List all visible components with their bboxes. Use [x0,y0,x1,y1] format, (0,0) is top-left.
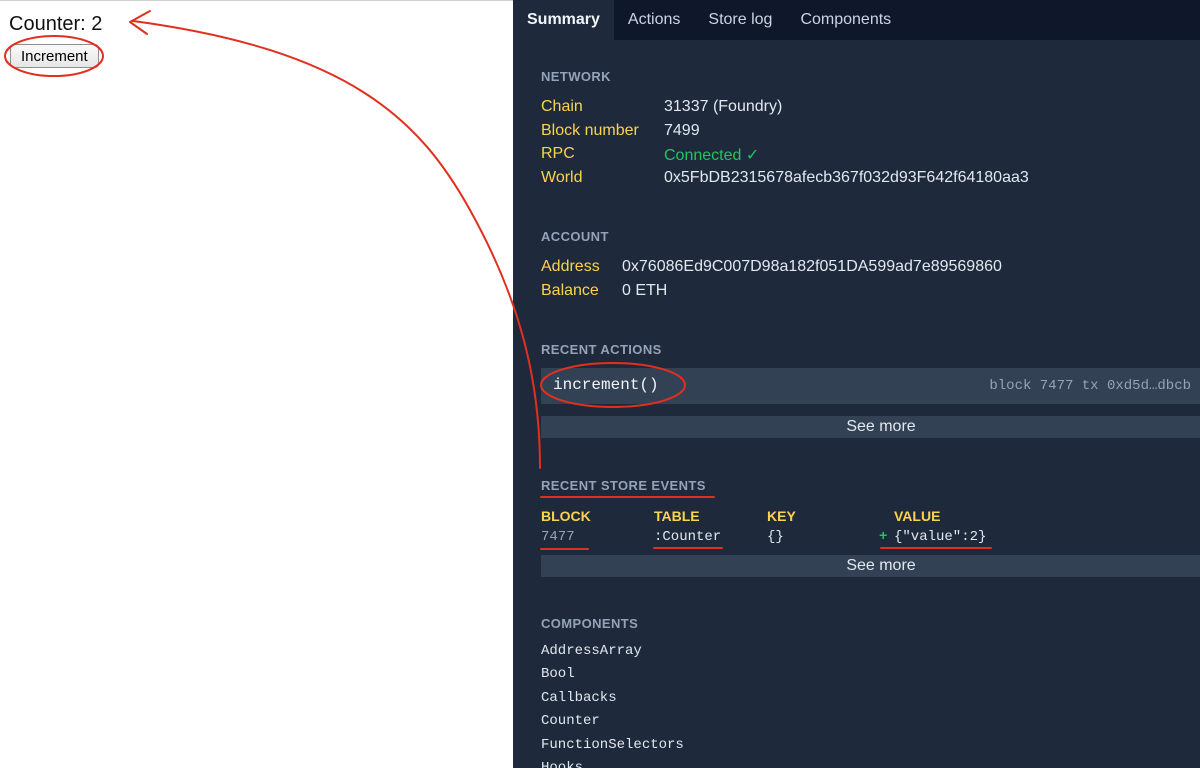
column-header-value: VALUE [894,508,941,524]
tab-actions[interactable]: Actions [614,0,694,40]
component-item[interactable]: Counter [541,713,600,729]
component-item[interactable]: AddressArray [541,643,642,659]
counter-label: Counter: 2 [9,13,103,35]
devtools-panel: Summary Actions Store log Components NET… [513,0,1200,768]
components-section-title: COMPONENTS [541,616,639,631]
increment-button[interactable]: Increment [10,44,99,68]
column-header-key: KEY [767,508,796,524]
network-key-chain: Chain [541,98,583,115]
network-value-rpc: Connected ✓ [664,147,760,164]
network-key-block-number: Block number [541,122,639,139]
recent-store-events-section-title: RECENT STORE EVENTS [541,478,706,493]
event-table: :Counter [654,529,722,545]
tab-components[interactable]: Components [786,0,905,40]
column-header-block: BLOCK [541,508,591,524]
recent-actions-section-title: RECENT ACTIONS [541,342,662,357]
network-section-title: NETWORK [541,69,611,84]
account-key-address: Address [541,258,600,275]
component-item[interactable]: Bool [541,666,575,682]
component-item[interactable]: Hooks [541,760,583,768]
network-key-rpc: RPC [541,145,575,162]
event-op-plus: + [879,529,888,545]
event-key: {} [767,529,784,545]
network-key-world: World [541,169,583,186]
app-pane: Counter: 2 Increment [0,0,513,768]
account-value-address: 0x76086Ed9C007D98a182f051DA599ad7e895698… [622,258,1002,275]
tab-store-log[interactable]: Store log [694,0,786,40]
account-key-balance: Balance [541,282,599,299]
events-see-more-button[interactable]: See more [541,555,1200,577]
account-section-title: ACCOUNT [541,229,609,244]
component-item[interactable]: Callbacks [541,690,617,706]
network-value-world: 0x5FbDB2315678afecb367f032d93F642f64180a… [664,169,1029,186]
actions-see-more-button[interactable]: See more [541,416,1200,438]
component-item[interactable]: FunctionSelectors [541,737,684,753]
devtools-tab-bar: Summary Actions Store log Components [513,0,1200,40]
action-name: increment() [553,376,659,394]
event-value: {"value":2} [894,529,987,545]
event-block: 7477 [541,529,575,545]
column-header-table: TABLE [654,508,700,524]
account-value-balance: 0 ETH [622,282,668,299]
network-value-block-number: 7499 [664,122,700,139]
tab-summary[interactable]: Summary [513,0,614,40]
action-row[interactable]: increment() block 7477 tx 0xd5d…dbcb ✓ [541,368,1200,404]
network-value-chain: 31337 (Foundry) [664,98,783,115]
action-meta: block 7477 tx 0xd5d…dbcb [989,378,1191,394]
